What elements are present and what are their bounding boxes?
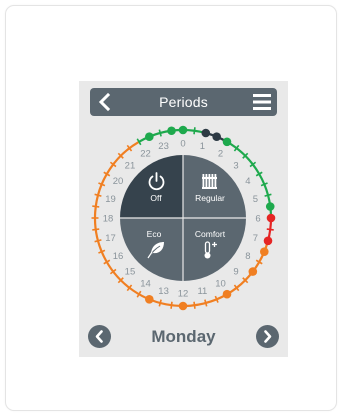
hour-label: 23 — [158, 141, 169, 152]
hour-tick — [170, 301, 173, 309]
hour-label: 3 — [233, 160, 238, 171]
hour-label: 15 — [125, 267, 136, 278]
mode-quadrants: Off Regular Eco Comfort — [120, 155, 246, 281]
card: Periods 0 1 2 3 4 5 6 7 8 9 10 11 12 13 14 15 16 17 18 19 20… — [5, 5, 337, 411]
hamburger-menu-icon — [253, 94, 271, 110]
period-marker-eco[interactable] — [178, 301, 188, 311]
hour-label: 12 — [178, 289, 189, 300]
schedule-dial: 0 1 2 3 4 5 6 7 8 9 10 11 12 13 14 15 16 17 18 19 20 21 22 23 O… — [79, 121, 288, 311]
period-marker-regular[interactable] — [167, 126, 176, 136]
mode-label: Regular — [195, 193, 225, 203]
hour-label: 18 — [103, 214, 114, 225]
hour-tick — [92, 205, 100, 208]
period-marker-regular[interactable] — [265, 202, 275, 211]
hour-label: 5 — [253, 194, 258, 205]
next-day-button[interactable] — [256, 325, 279, 348]
hour-label: 21 — [125, 160, 136, 171]
hour-tick — [158, 129, 162, 137]
chevron-right-icon — [264, 330, 272, 343]
hour-label: 1 — [200, 141, 205, 152]
periods-panel: Periods 0 1 2 3 4 5 6 7 8 9 10 11 12 13 14 15 16 17 18 19 20… — [79, 81, 288, 357]
hour-tick — [193, 301, 196, 309]
period-marker-eco[interactable] — [248, 267, 258, 276]
period-marker-comfort[interactable] — [263, 236, 273, 246]
hour-tick — [266, 228, 274, 231]
hour-label: 2 — [218, 149, 223, 160]
period-marker-regular[interactable] — [222, 137, 232, 147]
mode-label: Eco — [147, 229, 162, 239]
hour-label: 8 — [245, 251, 250, 262]
period-marker-regular[interactable] — [178, 125, 188, 135]
hour-label: 16 — [113, 251, 124, 262]
hour-tick — [204, 299, 208, 307]
mode-label: Off — [150, 193, 162, 203]
header-bar: Periods — [90, 88, 277, 116]
period-marker-off[interactable] — [201, 128, 211, 138]
hour-tick — [92, 228, 100, 231]
hour-label: 14 — [140, 278, 151, 289]
hour-label: 22 — [140, 149, 151, 160]
menu-button[interactable] — [251, 91, 273, 113]
hour-label: 17 — [105, 233, 116, 244]
period-marker-off[interactable] — [212, 132, 221, 141]
page-title: Periods — [159, 94, 208, 110]
period-marker-eco[interactable] — [145, 295, 154, 304]
period-marker-regular[interactable] — [145, 132, 154, 141]
period-marker-comfort[interactable] — [266, 213, 276, 223]
hour-tick — [193, 127, 196, 135]
hour-label: 20 — [113, 176, 124, 187]
radiator-icon — [202, 174, 217, 189]
period-marker-eco[interactable] — [260, 247, 269, 256]
hour-label: 0 — [180, 139, 185, 150]
hour-label: 13 — [158, 286, 169, 297]
hour-tick — [94, 239, 102, 243]
hour-tick — [158, 299, 162, 307]
schedule-dial-svg: 0 1234567891011121314151617181920212223 O… — [91, 125, 276, 311]
hour-label: 11 — [197, 286, 207, 297]
hour-label: 10 — [215, 278, 226, 289]
period-marker-eco[interactable] — [222, 289, 232, 299]
mode-label: Comfort — [195, 229, 226, 239]
hour-label: 19 — [105, 194, 116, 205]
hour-tick — [264, 193, 272, 197]
hour-tick — [94, 193, 102, 197]
hour-label: 6 — [255, 214, 260, 225]
hour-label: 7 — [253, 233, 258, 244]
hour-label: 4 — [245, 176, 250, 187]
hour-label: 9 — [233, 267, 238, 278]
